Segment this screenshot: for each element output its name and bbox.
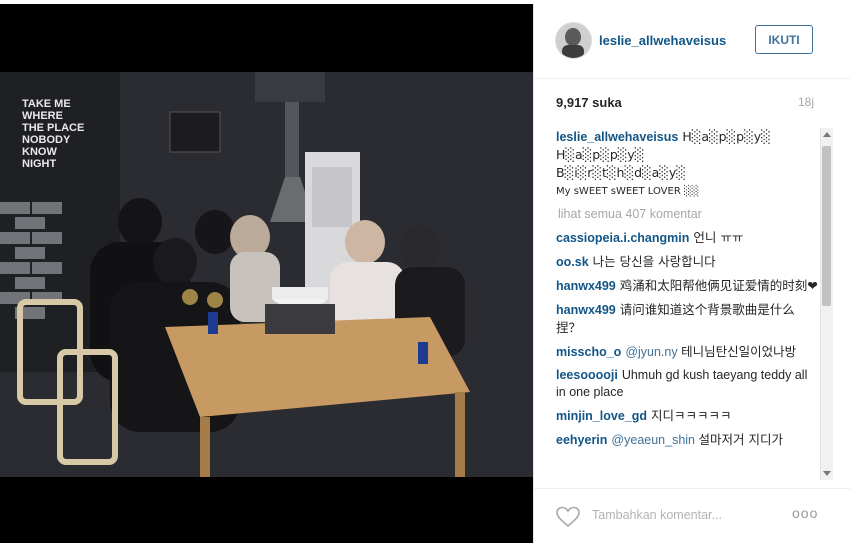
comments-scrollbar[interactable]: [820, 128, 833, 480]
scroll-down-arrow-icon[interactable]: [823, 471, 831, 476]
avatar-image: [556, 23, 591, 58]
caption-line-1: H░a░p░p░y░: [682, 129, 771, 144]
post-time[interactable]: 18j: [798, 95, 814, 109]
comment-item: minjin_love_gd 지디ㅋㅋㅋㅋㅋ: [556, 407, 818, 425]
comment-item: eehyerin @yeaeun_shin 설마저거 지디가: [556, 431, 818, 449]
comment-username[interactable]: eehyerin: [556, 433, 607, 447]
caption: leslie_allwehaveisus H░a░p░p░y░ H░a░p░p░y…: [556, 128, 818, 200]
comment-text: 언니 ㅠㅠ: [693, 230, 744, 245]
likes-count[interactable]: 9,917 suka: [556, 95, 622, 110]
comment-mention[interactable]: @yeaeun_shin: [611, 433, 695, 447]
comment-username[interactable]: hanwx499: [556, 303, 616, 317]
caption-line-3: B░i░r░t░h░d░a░y░: [556, 165, 686, 180]
post-photo[interactable]: TAKE ME WHERE THE PLACE NOBODY KNOW NIGH…: [0, 72, 533, 477]
add-comment-input[interactable]: Tambahkan komentar...: [592, 508, 722, 522]
comment-username[interactable]: hanwx499: [556, 279, 616, 293]
comment-item: leesooooji Uhmuh gd kush taeyang teddy al…: [556, 367, 818, 401]
comment-item: oo.sk 나는 당신을 사랑합니다: [556, 253, 818, 271]
comment-text: 나는 당신을 사랑합니다: [592, 254, 716, 269]
caption-username[interactable]: leslie_allwehaveisus: [556, 130, 678, 144]
more-options-icon[interactable]: ooo: [792, 505, 818, 521]
comment-item: cassiopeia.i.changmin 언니 ㅠㅠ: [556, 229, 818, 247]
comments-list: leslie_allwehaveisus H░a░p░p░y░ H░a░p░p░y…: [556, 128, 818, 478]
comment-mention[interactable]: @jyun.ny: [625, 345, 677, 359]
photo-illustration: TAKE ME WHERE THE PLACE NOBODY KNOW NIGH…: [0, 72, 533, 477]
comment-text: 테니님탄신일이었나방: [681, 344, 797, 359]
comment-username[interactable]: cassiopeia.i.changmin: [556, 231, 689, 245]
comment-username[interactable]: leesooooji: [556, 368, 618, 382]
scrollbar-thumb[interactable]: [822, 146, 831, 306]
media-area: TAKE ME WHERE THE PLACE NOBODY KNOW NIGH…: [0, 4, 533, 543]
comment-username[interactable]: minjin_love_gd: [556, 409, 647, 423]
comment-item: hanwx499 请问谁知道这个背景歌曲是什么捏？: [556, 301, 818, 337]
scroll-up-arrow-icon[interactable]: [823, 132, 831, 137]
username-link[interactable]: leslie_allwehaveisus: [599, 33, 726, 48]
comment-username[interactable]: oo.sk: [556, 255, 589, 269]
caption-line-4: My sWEET sWEET LOVER ░░: [556, 186, 700, 197]
comment-text: 지디ㅋㅋㅋㅋㅋ: [651, 408, 732, 423]
heart-icon[interactable]: [556, 506, 580, 528]
post-header: leslie_allwehaveisus IKUTI: [534, 4, 850, 79]
comment-username[interactable]: misscho_o: [556, 345, 621, 359]
caption-line-2: H░a░p░p░y░: [556, 147, 645, 162]
comment-item: hanwx499 鸡涌和太阳帮他俩见证爱情的时刻❤: [556, 277, 818, 295]
comment-item: misscho_o @jyun.ny 테니님탄신일이었나방: [556, 343, 818, 361]
follow-button[interactable]: IKUTI: [755, 25, 813, 54]
post-sidebar: leslie_allwehaveisus IKUTI 9,917 suka 18…: [533, 4, 850, 543]
view-all-comments-link[interactable]: lihat semua 407 komentar: [558, 206, 818, 223]
comment-text: 설마저거 지디가: [698, 432, 783, 447]
avatar[interactable]: [555, 22, 592, 59]
comment-text: 鸡涌和太阳帮他俩见证爱情的时刻❤: [619, 278, 818, 293]
post-footer: Tambahkan komentar... ooo: [534, 488, 850, 544]
